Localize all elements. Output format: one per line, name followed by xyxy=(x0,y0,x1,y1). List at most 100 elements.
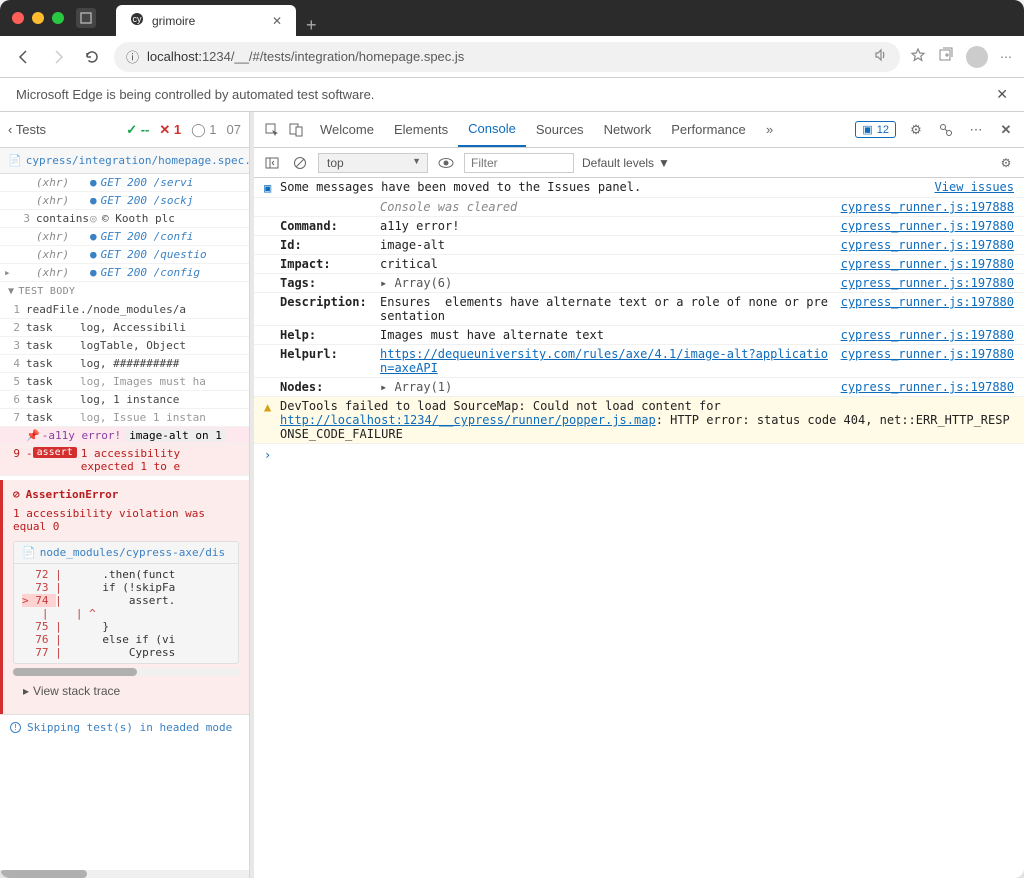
source-link[interactable]: cypress_runner.js:197880 xyxy=(831,295,1014,309)
source-link[interactable]: cypress_runner.js:197880 xyxy=(831,276,1014,290)
view-stack-trace[interactable]: ▸ View stack trace xyxy=(13,676,239,706)
command-row[interactable]: 5tasklog, Images must ha xyxy=(0,373,249,391)
console-settings-icon[interactable]: ⚙ xyxy=(996,156,1016,170)
console-row[interactable]: Helpurl:https://dequeuniversity.com/rule… xyxy=(254,345,1024,378)
devtools-panel: WelcomeElementsConsoleSourcesNetworkPerf… xyxy=(254,112,1024,878)
site-info-icon[interactable]: ⓘ xyxy=(126,47,139,66)
favorites-icon[interactable] xyxy=(910,47,926,66)
devtools-tab-sources[interactable]: Sources xyxy=(526,112,594,147)
warning-url-link[interactable]: http://localhost:1234/__cypress/runner/p… xyxy=(280,413,656,427)
code-scrollbar[interactable] xyxy=(13,668,239,676)
test-body-header[interactable]: ▼ TEST BODY xyxy=(0,282,249,301)
info-bar-close-icon[interactable]: ✕ xyxy=(996,86,1008,103)
command-row[interactable]: (xhr)●GET 200 /servi xyxy=(0,174,249,192)
inspect-icon[interactable] xyxy=(262,122,282,138)
back-button[interactable] xyxy=(12,45,36,69)
console-row[interactable]: Description:Ensures elements have altern… xyxy=(254,293,1024,326)
activity-icon[interactable] xyxy=(936,122,956,138)
maximize-window-button[interactable] xyxy=(52,12,64,24)
filter-input[interactable] xyxy=(464,153,574,173)
automation-info-bar: Microsoft Edge is being controlled by au… xyxy=(0,78,1024,112)
tests-back-button[interactable]: ‹ Tests xyxy=(8,122,46,137)
info-icon: ! xyxy=(10,722,21,733)
spec-file-path[interactable]: 📄 cypress/integration/homepage.spec.js xyxy=(0,148,249,174)
devtools-tab-performance[interactable]: Performance xyxy=(661,112,755,147)
read-aloud-icon[interactable] xyxy=(872,47,888,66)
command-row[interactable]: 2tasklog, Accessibili xyxy=(0,319,249,337)
devtools-tab-elements[interactable]: Elements xyxy=(384,112,458,147)
devtools-menu-icon[interactable]: ⋯ xyxy=(966,122,986,138)
command-row[interactable]: 3contains◎© Kooth plc xyxy=(0,210,249,228)
profile-avatar[interactable] xyxy=(966,46,988,68)
console-row[interactable]: Id:image-altcypress_runner.js:197880 xyxy=(254,236,1024,255)
device-icon[interactable] xyxy=(286,122,306,138)
command-row[interactable]: 4tasklog, ########## xyxy=(0,355,249,373)
view-issues-link[interactable]: View issues xyxy=(925,180,1014,194)
settings-icon[interactable]: ⚙ xyxy=(906,122,926,138)
code-line: 73 | if (!skipFa xyxy=(22,581,230,594)
console-prompt[interactable]: › xyxy=(254,444,1024,466)
source-link[interactable]: cypress_runner.js:197888 xyxy=(831,200,1014,214)
warning-icon: ▲ xyxy=(264,399,280,414)
devtools-tab-console[interactable]: Console xyxy=(458,112,526,147)
console-row[interactable]: Command:a11y error!cypress_runner.js:197… xyxy=(254,217,1024,236)
more-tabs-icon[interactable]: » xyxy=(760,122,780,137)
a11y-error-row[interactable]: 📌 -a11y error! image-alt on 1 xyxy=(0,427,249,445)
file-icon: 📄 xyxy=(8,154,22,167)
command-row[interactable]: 3tasklogTable, Object xyxy=(0,337,249,355)
clear-console-icon[interactable] xyxy=(290,156,310,170)
live-expression-icon[interactable] xyxy=(436,157,456,169)
devtools-tab-welcome[interactable]: Welcome xyxy=(310,112,384,147)
source-link[interactable]: cypress_runner.js:197880 xyxy=(831,380,1014,394)
address-bar[interactable]: ⓘ localhost:1234/__/#/tests/integration/… xyxy=(114,42,900,72)
tab-overview-icon[interactable] xyxy=(76,8,96,28)
minimize-window-button[interactable] xyxy=(32,12,44,24)
assert-row[interactable]: 9 - assert 1 accessibility expected 1 to… xyxy=(0,445,249,476)
source-link[interactable]: cypress_runner.js:197880 xyxy=(831,257,1014,271)
source-link[interactable]: cypress_runner.js:197880 xyxy=(831,347,1014,361)
assertion-error-box: ⊘ AssertionError 1 accessibility violati… xyxy=(0,480,249,714)
command-row[interactable]: 1readFile./node_modules/a xyxy=(0,301,249,319)
command-row[interactable]: 6tasklog, 1 instance xyxy=(0,391,249,409)
source-link[interactable]: cypress_runner.js:197880 xyxy=(831,238,1014,252)
console-row[interactable]: Impact:criticalcypress_runner.js:197880 xyxy=(254,255,1024,274)
browser-tab[interactable]: cy grimoire ✕ xyxy=(116,5,296,36)
source-link[interactable]: cypress_runner.js:197880 xyxy=(831,219,1014,233)
collections-icon[interactable] xyxy=(938,47,954,66)
command-row[interactable]: (xhr)●GET 200 /confi xyxy=(0,228,249,246)
command-row[interactable]: (xhr)●GET 200 /questio xyxy=(0,246,249,264)
forward-button[interactable] xyxy=(46,45,70,69)
console-row[interactable]: Tags:▸ Array(6)cypress_runner.js:197880 xyxy=(254,274,1024,293)
console-row[interactable]: Help:Images must have alternate textcypr… xyxy=(254,326,1024,345)
console-row[interactable]: Console was clearedcypress_runner.js:197… xyxy=(254,198,1024,217)
command-row[interactable]: 7tasklog, Issue 1 instan xyxy=(0,409,249,427)
panel-scrollbar[interactable] xyxy=(0,870,249,878)
assertion-title: ⊘ AssertionError xyxy=(13,488,239,501)
code-line: 75 | } xyxy=(22,620,230,633)
sidebar-toggle-icon[interactable] xyxy=(262,156,282,170)
more-menu-icon[interactable]: ⋯ xyxy=(1000,50,1012,64)
tab-close-icon[interactable]: ✕ xyxy=(272,14,282,28)
tab-title: grimoire xyxy=(152,14,195,28)
issues-badge[interactable]: ▣ 12 xyxy=(855,121,896,138)
code-frame: 📄 node_modules/cypress-axe/dis 72 | .the… xyxy=(13,541,239,664)
context-selector[interactable]: top xyxy=(318,153,428,173)
svg-text:cy: cy xyxy=(133,14,143,24)
command-row[interactable]: (xhr)●GET 200 /sockj xyxy=(0,192,249,210)
close-window-button[interactable] xyxy=(12,12,24,24)
fail-count: ✕ 1 xyxy=(159,122,181,138)
code-file-link[interactable]: 📄 node_modules/cypress-axe/dis xyxy=(14,542,238,564)
devtools-close-icon[interactable]: ✕ xyxy=(996,122,1016,138)
info-icon: ▣ xyxy=(264,180,280,195)
console-row[interactable]: Nodes:▸ Array(1)cypress_runner.js:197880 xyxy=(254,378,1024,397)
devtools-tab-network[interactable]: Network xyxy=(594,112,662,147)
pending-count: ◯ 1 xyxy=(191,122,216,138)
new-tab-button[interactable]: + xyxy=(296,15,327,36)
tab-strip: cy grimoire ✕ + xyxy=(116,0,327,36)
source-link[interactable]: cypress_runner.js:197880 xyxy=(831,328,1014,342)
log-levels[interactable]: Default levels ▼ xyxy=(582,156,670,170)
skip-note: ! Skipping test(s) in headed mode xyxy=(0,714,249,740)
reload-button[interactable] xyxy=(80,45,104,69)
code-line: 77 | Cypress xyxy=(22,646,230,659)
command-row[interactable]: ▸(xhr)●GET 200 /config xyxy=(0,264,249,282)
